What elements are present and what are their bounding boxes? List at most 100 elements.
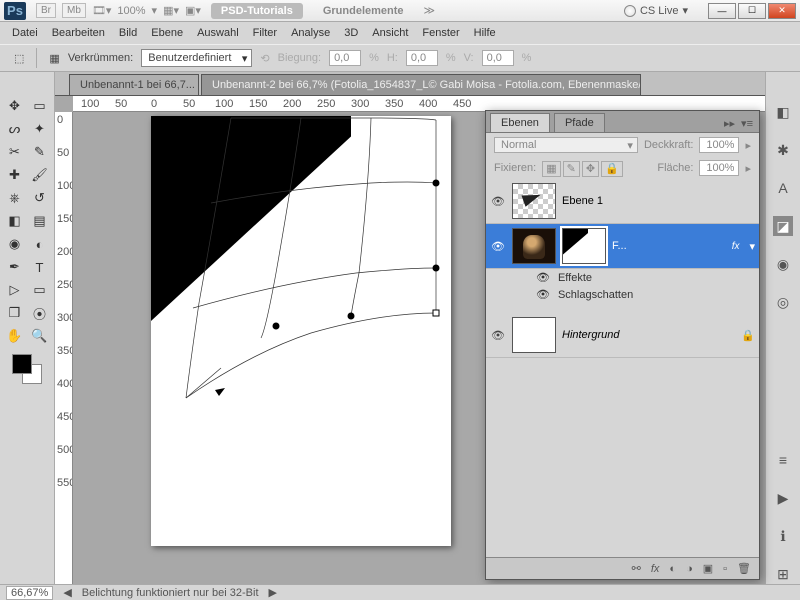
channels-panel-icon[interactable]: ◉ bbox=[773, 254, 793, 274]
cslive-button[interactable]: CS Live▾ bbox=[624, 4, 688, 17]
visibility-icon[interactable]: 👁 bbox=[536, 288, 550, 301]
panel-menu-icon[interactable]: ▾≡ bbox=[741, 117, 753, 130]
zoom-display[interactable]: 100% bbox=[117, 5, 145, 17]
pen-tool-icon[interactable]: ✒ bbox=[4, 257, 26, 277]
warp-preset-select[interactable]: Benutzerdefiniert bbox=[141, 49, 252, 67]
info-panel-icon[interactable]: ℹ bbox=[773, 526, 793, 546]
bend-field[interactable]: 0,0 bbox=[329, 50, 361, 66]
layer-mask-icon[interactable]: ◐ bbox=[669, 563, 676, 575]
layer-row[interactable]: 👁 Hintergrund 🔒 bbox=[486, 313, 759, 358]
doc-tab-2[interactable]: Unbenannt-2 bei 66,7% (Fotolia_1654837_L… bbox=[201, 74, 641, 95]
wand-tool-icon[interactable]: ✦ bbox=[29, 119, 51, 139]
group-icon[interactable]: ▣ bbox=[703, 562, 713, 575]
lock-pixels-icon[interactable]: ▦ bbox=[542, 161, 560, 177]
color-swatches[interactable] bbox=[12, 354, 42, 384]
paths-panel-icon[interactable]: ◎ bbox=[773, 292, 793, 312]
zoom-field[interactable]: 66,67% bbox=[6, 586, 53, 600]
menu-datei[interactable]: Datei bbox=[12, 27, 38, 39]
heal-tool-icon[interactable]: ✚ bbox=[4, 165, 26, 185]
fx-badge[interactable]: fx bbox=[732, 241, 740, 252]
blend-mode-select[interactable]: Normal bbox=[494, 137, 638, 153]
stamp-tool-icon[interactable]: ⎈ bbox=[4, 188, 26, 208]
new-layer-icon[interactable]: ▫ bbox=[723, 563, 727, 575]
menu-3d[interactable]: 3D bbox=[344, 27, 358, 39]
info-icon[interactable]: ◀ bbox=[63, 586, 71, 599]
nav-panel-icon[interactable]: ⊞ bbox=[773, 564, 793, 584]
transform-icon[interactable]: ⬚ bbox=[14, 52, 24, 65]
layers-panel[interactable]: Ebenen Pfade ▸▸▾≡ Normal Deckkraft: 100%… bbox=[485, 110, 760, 580]
fill-field[interactable]: 100% bbox=[699, 160, 739, 176]
delete-layer-icon[interactable]: 🗑 bbox=[737, 562, 751, 575]
menu-analyse[interactable]: Analyse bbox=[291, 27, 330, 39]
layer-name[interactable]: F... bbox=[612, 240, 726, 252]
arrange-icon[interactable]: ▦▾ bbox=[163, 4, 179, 17]
workspace-grundelemente[interactable]: Grundelemente bbox=[313, 3, 414, 19]
brush-tool-icon[interactable]: 🖌 bbox=[29, 165, 51, 185]
minibridge-button[interactable]: Mb bbox=[62, 3, 86, 18]
lock-move-icon[interactable]: ✥ bbox=[582, 161, 599, 177]
dodge-tool-icon[interactable]: ◐ bbox=[29, 234, 51, 254]
more-workspaces-icon[interactable]: ≫ bbox=[424, 4, 436, 17]
blur-tool-icon[interactable]: ◉ bbox=[4, 234, 26, 254]
opacity-field[interactable]: 100% bbox=[699, 137, 739, 153]
layer-fx-icon[interactable]: fx bbox=[651, 563, 660, 575]
gradient-tool-icon[interactable]: ▤ bbox=[29, 211, 51, 231]
history-brush-icon[interactable]: ↺ bbox=[29, 188, 51, 208]
marquee-tool-icon[interactable]: ▭ bbox=[29, 96, 51, 116]
visibility-icon[interactable]: 👁 bbox=[490, 329, 506, 342]
warp-grid-icon[interactable]: ▦ bbox=[49, 52, 59, 65]
layer-row[interactable]: 👁 Ebene 1 bbox=[486, 179, 759, 224]
foreground-swatch[interactable] bbox=[12, 354, 32, 374]
menu-filter[interactable]: Filter bbox=[253, 27, 277, 39]
history-panel-icon[interactable]: ≡ bbox=[773, 450, 793, 470]
layer-name[interactable]: Ebene 1 bbox=[562, 195, 755, 207]
layer-thumbnail[interactable] bbox=[512, 228, 556, 264]
doc-tab-1[interactable]: Unbenannt-1 bei 66,7...✕ bbox=[69, 74, 199, 95]
bridge-button[interactable]: Br bbox=[36, 3, 56, 18]
menu-bearbeiten[interactable]: Bearbeiten bbox=[52, 27, 105, 39]
menu-ansicht[interactable]: Ansicht bbox=[372, 27, 408, 39]
close-button[interactable]: ✕ bbox=[768, 3, 796, 19]
layers-panel-icon[interactable]: ◪ bbox=[773, 216, 793, 236]
hand-tool-icon[interactable]: ✋ bbox=[4, 326, 26, 346]
char-panel-icon[interactable]: A bbox=[773, 178, 793, 198]
minimize-button[interactable]: — bbox=[708, 3, 736, 19]
color-panel-icon[interactable]: ◧ bbox=[773, 102, 793, 122]
lasso-tool-icon[interactable]: ᔕ bbox=[4, 119, 26, 139]
vertical-ruler[interactable]: 050100150200250300350400450500550 bbox=[55, 112, 73, 584]
crop-tool-icon[interactable]: ✂ bbox=[4, 142, 26, 162]
3d-camera-icon[interactable]: ⦿ bbox=[29, 303, 51, 323]
layer-row[interactable]: 👁 F... fx▾ bbox=[486, 224, 759, 269]
v-field[interactable]: 0,0 bbox=[482, 50, 514, 66]
h-field[interactable]: 0,0 bbox=[406, 50, 438, 66]
actions-panel-icon[interactable]: ▶ bbox=[773, 488, 793, 508]
paths-tab[interactable]: Pfade bbox=[554, 113, 605, 132]
eraser-tool-icon[interactable]: ◧ bbox=[4, 211, 26, 231]
adjust-panel-icon[interactable]: ✱ bbox=[773, 140, 793, 160]
layer-name[interactable]: Hintergrund bbox=[562, 329, 735, 341]
menu-auswahl[interactable]: Auswahl bbox=[197, 27, 239, 39]
menu-hilfe[interactable]: Hilfe bbox=[474, 27, 496, 39]
visibility-icon[interactable]: 👁 bbox=[536, 271, 550, 284]
menu-ebene[interactable]: Ebene bbox=[151, 27, 183, 39]
layers-tab[interactable]: Ebenen bbox=[490, 113, 550, 132]
eyedropper-tool-icon[interactable]: ✎ bbox=[29, 142, 51, 162]
maximize-button[interactable]: ☐ bbox=[738, 3, 766, 19]
layer-mask-thumbnail[interactable] bbox=[562, 228, 606, 264]
link-layers-icon[interactable]: ⚯ bbox=[632, 562, 641, 575]
effects-row[interactable]: 👁 Effekte bbox=[486, 269, 759, 286]
layer-thumbnail[interactable] bbox=[512, 183, 556, 219]
path-select-icon[interactable]: ▷ bbox=[4, 280, 26, 300]
lock-paint-icon[interactable]: ✎ bbox=[563, 161, 580, 177]
layer-thumbnail[interactable] bbox=[512, 317, 556, 353]
orientation-icon[interactable]: ⟲ bbox=[260, 52, 269, 65]
menu-fenster[interactable]: Fenster bbox=[422, 27, 459, 39]
move-tool-icon[interactable]: ✥ bbox=[4, 96, 26, 116]
workspace-psdtutorials[interactable]: PSD-Tutorials bbox=[211, 3, 303, 19]
screen-mode-icon[interactable]: ▣▾ bbox=[185, 4, 201, 17]
collapse-icon[interactable]: ▸▸ bbox=[724, 117, 735, 130]
info-menu-icon[interactable]: ▶ bbox=[269, 586, 277, 599]
dropshadow-row[interactable]: 👁 Schlagschatten bbox=[486, 286, 759, 303]
visibility-icon[interactable]: 👁 bbox=[490, 195, 506, 208]
film-icon[interactable]: 🎞▾ bbox=[92, 4, 112, 17]
